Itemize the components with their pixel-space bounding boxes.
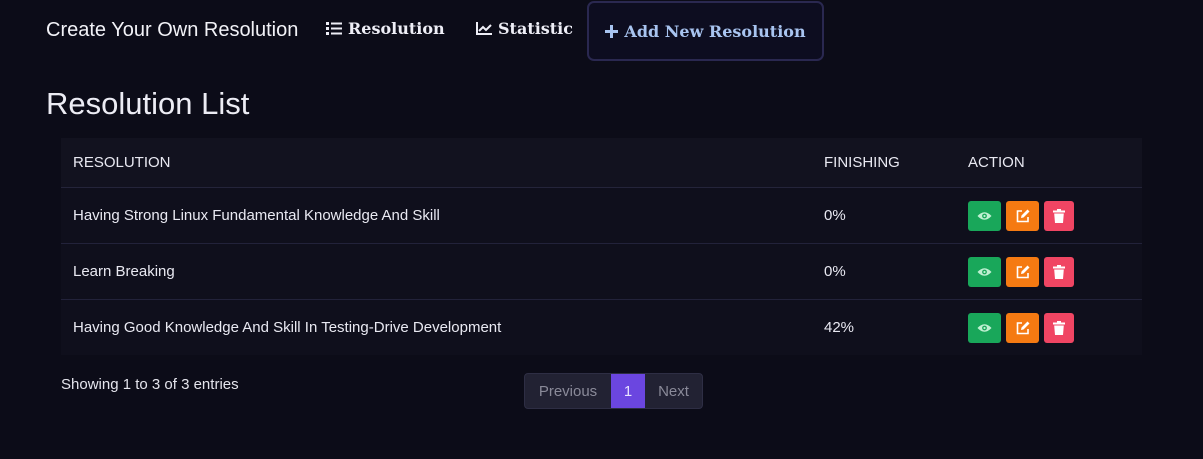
edit-icon xyxy=(1016,265,1029,278)
nav-link-statistic[interactable]: Statistic xyxy=(476,19,573,38)
edit-icon xyxy=(1016,321,1029,334)
finishing-cell: 0% xyxy=(824,263,846,280)
table-row: Having Good Knowledge And Skill In Testi… xyxy=(61,300,1142,355)
list-icon xyxy=(326,22,342,35)
resolution-cell: Having Strong Linux Fundamental Knowledg… xyxy=(73,207,440,224)
pagination: Previous 1 Next xyxy=(524,373,703,409)
resolution-cell: Having Good Knowledge And Skill In Testi… xyxy=(73,319,502,336)
action-cell xyxy=(956,200,1142,231)
action-cell xyxy=(956,256,1142,287)
finishing-cell: 42% xyxy=(824,319,855,336)
resolution-table: RESOLUTION FINISHING ACTION Having Stron… xyxy=(61,138,1142,355)
pagination-next[interactable]: Next xyxy=(645,374,702,408)
eye-icon xyxy=(977,267,992,276)
view-button[interactable] xyxy=(968,256,1001,287)
page-title: Resolution List xyxy=(46,86,250,121)
pagination-page-1[interactable]: 1 xyxy=(611,374,645,408)
eye-icon xyxy=(977,323,992,332)
table-row: Having Strong Linux Fundamental Knowledg… xyxy=(61,188,1142,244)
table-row: Learn Breaking 0% xyxy=(61,244,1142,300)
trash-icon xyxy=(1053,208,1065,223)
delete-button[interactable] xyxy=(1044,200,1074,231)
resolution-cell: Learn Breaking xyxy=(73,263,175,280)
add-new-resolution-label: Add New Resolution xyxy=(624,21,806,41)
edit-button[interactable] xyxy=(1006,256,1039,287)
delete-button[interactable] xyxy=(1044,256,1074,287)
brand-title[interactable]: Create Your Own Resolution xyxy=(46,19,298,42)
plus-icon xyxy=(605,24,619,38)
add-new-resolution-button[interactable]: Add New Resolution xyxy=(587,1,824,61)
view-button[interactable] xyxy=(968,200,1001,231)
table-header: RESOLUTION FINISHING ACTION xyxy=(61,138,1142,188)
pagination-previous[interactable]: Previous xyxy=(525,374,611,408)
column-header-finishing: FINISHING xyxy=(824,154,900,171)
action-cell xyxy=(956,312,1142,343)
edit-icon xyxy=(1016,209,1029,222)
finishing-cell: 0% xyxy=(824,207,846,224)
column-header-action: ACTION xyxy=(968,154,1025,171)
delete-button[interactable] xyxy=(1044,312,1074,343)
navbar: Create Your Own Resolution Resolution St… xyxy=(0,0,1203,62)
trash-icon xyxy=(1053,320,1065,335)
chart-line-icon xyxy=(476,22,492,35)
view-button[interactable] xyxy=(968,312,1001,343)
column-header-resolution: RESOLUTION xyxy=(73,154,171,171)
nav-link-resolution-label: Resolution xyxy=(348,19,445,38)
nav-link-resolution[interactable]: Resolution xyxy=(326,19,445,38)
eye-icon xyxy=(977,211,992,220)
edit-button[interactable] xyxy=(1006,312,1039,343)
trash-icon xyxy=(1053,264,1065,279)
edit-button[interactable] xyxy=(1006,200,1039,231)
entries-info: Showing 1 to 3 of 3 entries xyxy=(61,376,239,393)
nav-link-statistic-label: Statistic xyxy=(498,19,573,38)
